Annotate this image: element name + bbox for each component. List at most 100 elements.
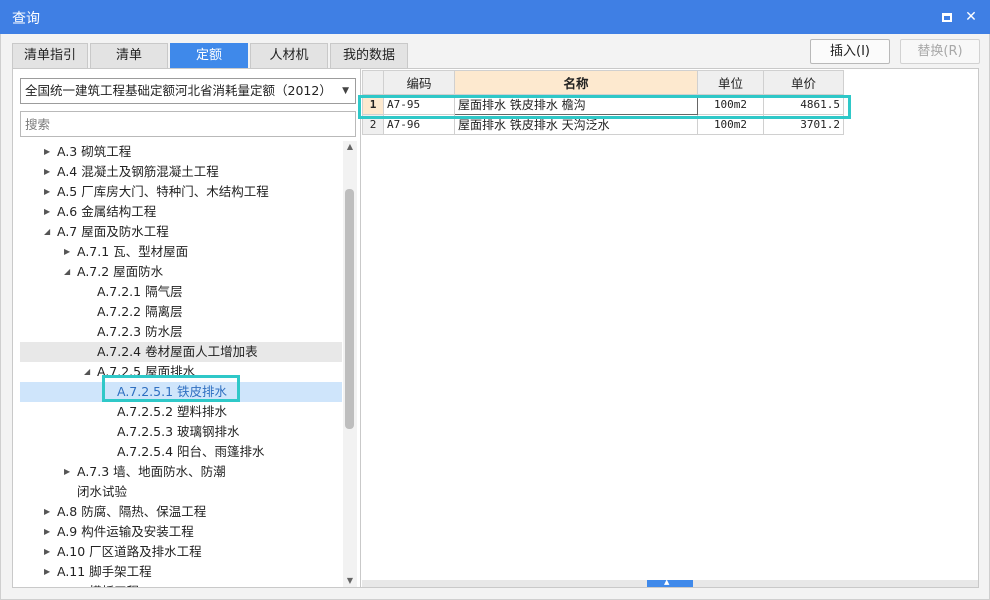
row-number[interactable]: 1 [362, 94, 384, 115]
tab-quota[interactable]: 定额 [170, 43, 248, 69]
tree-item[interactable]: A.7.2.5.1 铁皮排水 [20, 382, 342, 402]
tree-item[interactable]: A.7.2.4 卷材屋面人工增加表 [20, 342, 342, 362]
tree-item-label: A.7.2.1 隔气层 [97, 284, 183, 299]
grid-horizontal-scrollbar[interactable]: ▲ [362, 578, 978, 587]
tab-list[interactable]: 清单 [90, 43, 168, 69]
quota-grid-panel: 编码 名称 单位 单价 1 A7-95 屋面排水 铁皮排水 檐沟 100m2 4861.… [360, 68, 979, 588]
replace-button[interactable]: 替换(R) [900, 39, 980, 64]
quota-tree-panel: 全国统一建筑工程基础定额河北省消耗量定额（2012） ▼ ▶ A.3 砌筑工程 ▶ A… [12, 68, 362, 588]
library-select-value: 全国统一建筑工程基础定额河北省消耗量定额（2012） [25, 83, 332, 98]
tree-item[interactable]: ▶ A.11 脚手架工程 [20, 562, 342, 582]
expand-arrow-icon[interactable]: ▶ [44, 202, 50, 222]
expand-arrow-icon[interactable]: ▶ [44, 182, 50, 202]
title-bar: 查询 ✕ [0, 0, 990, 34]
expand-arrow-icon[interactable]: ▶ [44, 162, 50, 182]
tree-item-label: A.7.2.5 屋面排水 [97, 364, 196, 379]
header-code[interactable]: 编码 [383, 70, 455, 95]
tree-item[interactable]: ▶ A.8 防腐、隔热、保温工程 [20, 502, 342, 522]
cell-code[interactable]: A7-96 [383, 114, 455, 135]
cell-name[interactable]: 屋面排水 铁皮排水 天沟泛水 [454, 114, 698, 135]
cell-price[interactable]: 4861.5 [763, 94, 844, 115]
close-glyph: ✕ [965, 9, 977, 25]
cell-code[interactable]: A7-95 [383, 94, 455, 115]
tree-item-label: A.6 金属结构工程 [57, 204, 157, 219]
collapse-arrow-icon[interactable]: ◢ [44, 222, 50, 242]
tree-item-label: A.7.3 墙、地面防水、防潮 [77, 464, 226, 479]
tree-item[interactable]: A.7.2.3 防水层 [20, 322, 342, 342]
tree-item[interactable]: ◢ A.7 屋面及防水工程 [20, 222, 342, 242]
header-row-number [362, 70, 384, 95]
expand-arrow-icon[interactable]: ▶ [44, 142, 50, 162]
table-row[interactable]: 2 A7-96 屋面排水 铁皮排水 天沟泛水 100m2 3701.2 [362, 114, 844, 135]
tree-item-label: A.8 防腐、隔热、保温工程 [57, 504, 207, 519]
tab-my-data[interactable]: 我的数据 [330, 43, 408, 69]
tree-item-label: A.3 砌筑工程 [57, 144, 132, 159]
tree-item[interactable]: A.7.2.2 隔离层 [20, 302, 342, 322]
header-price[interactable]: 单价 [763, 70, 844, 95]
insert-button[interactable]: 插入(I) [810, 39, 890, 64]
expand-arrow-icon[interactable]: ▶ [44, 562, 50, 582]
tree-item-label: A.4 混凝土及钢筋混凝土工程 [57, 164, 219, 179]
tree-item[interactable]: A.7.2.5.2 塑料排水 [20, 402, 342, 422]
quota-table: 编码 名称 单位 单价 1 A7-95 屋面排水 铁皮排水 檐沟 100m2 4861.… [362, 70, 844, 135]
tree-item-label: A.7.2 屋面防水 [77, 264, 164, 279]
tree-item[interactable]: 闭水试验 [20, 482, 342, 502]
tree-item-label: A.7.2.5.4 阳台、雨篷排水 [117, 444, 265, 459]
tree-scrollbar[interactable]: ▲ ▼ [343, 141, 357, 587]
tree-item-label: A.7.2.3 防水层 [97, 324, 183, 339]
tree-item[interactable]: ▶ A.5 厂库房大门、特种门、木结构工程 [20, 182, 342, 202]
header-unit[interactable]: 单位 [697, 70, 764, 95]
tree-item-label: A.7.2.5.3 玻璃钢排水 [117, 424, 240, 439]
close-icon[interactable]: ✕ [962, 8, 980, 26]
search-input[interactable] [20, 111, 356, 137]
tree-item-label: A.7.2.5.1 铁皮排水 [117, 384, 228, 399]
collapse-up-icon[interactable]: ▲ [664, 578, 669, 586]
window-title: 查询 [12, 11, 40, 27]
cell-name[interactable]: 屋面排水 铁皮排水 檐沟 [454, 94, 698, 115]
tree-item[interactable]: ◢ A.7.2 屋面防水 [20, 262, 342, 282]
maximize-icon[interactable] [938, 8, 956, 26]
tree-item[interactable]: ▶ A.4 混凝土及钢筋混凝土工程 [20, 162, 342, 182]
expand-arrow-icon[interactable]: ▶ [44, 502, 50, 522]
tree-item[interactable]: ▶ A.12 模板工程 [20, 582, 342, 587]
scrollbar-thumb[interactable] [647, 580, 693, 587]
scroll-down-icon[interactable]: ▼ [343, 575, 357, 587]
row-number[interactable]: 2 [362, 114, 384, 135]
tree-item[interactable]: ▶ A.7.1 瓦、型材屋面 [20, 242, 342, 262]
library-select[interactable]: 全国统一建筑工程基础定额河北省消耗量定额（2012） ▼ [20, 78, 356, 104]
cell-unit[interactable]: 100m2 [697, 94, 764, 115]
cell-price[interactable]: 3701.2 [763, 114, 844, 135]
table-header: 编码 名称 单位 单价 [362, 70, 844, 95]
tree-item[interactable]: A.7.2.5.4 阳台、雨篷排水 [20, 442, 342, 462]
tree-item[interactable]: A.7.2.1 隔气层 [20, 282, 342, 302]
tree-item-label: A.7.1 瓦、型材屋面 [77, 244, 189, 259]
table-row[interactable]: 1 A7-95 屋面排水 铁皮排水 檐沟 100m2 4861.5 [362, 94, 844, 115]
header-name[interactable]: 名称 [454, 70, 698, 95]
cell-unit[interactable]: 100m2 [697, 114, 764, 135]
expand-arrow-icon[interactable]: ▶ [44, 542, 50, 562]
expand-arrow-icon[interactable]: ▶ [44, 582, 50, 587]
tab-labor-material-machine[interactable]: 人材机 [250, 43, 328, 69]
chevron-down-icon: ▼ [342, 86, 349, 96]
expand-arrow-icon[interactable]: ▶ [64, 462, 70, 482]
expand-arrow-icon[interactable]: ▶ [64, 242, 70, 262]
tree-item[interactable]: A.7.2.5.3 玻璃钢排水 [20, 422, 342, 442]
tree-item-label: A.9 构件运输及安装工程 [57, 524, 194, 539]
tree-item-label: A.11 脚手架工程 [57, 564, 152, 579]
tree-item[interactable]: ▶ A.9 构件运输及安装工程 [20, 522, 342, 542]
collapse-arrow-icon[interactable]: ◢ [84, 362, 90, 382]
tree-item[interactable]: ▶ A.6 金属结构工程 [20, 202, 342, 222]
expand-arrow-icon[interactable]: ▶ [44, 522, 50, 542]
collapse-arrow-icon[interactable]: ◢ [64, 262, 70, 282]
chapter-tree: ▶ A.3 砌筑工程 ▶ A.4 混凝土及钢筋混凝土工程 ▶ A.5 厂库房大门、特种门、… [13, 141, 343, 587]
tree-item[interactable]: ▶ A.10 厂区道路及排水工程 [20, 542, 342, 562]
tree-item[interactable]: ◢ A.7.2.5 屋面排水 [20, 362, 342, 382]
tree-item-label: A.10 厂区道路及排水工程 [57, 544, 202, 559]
tab-list-guide[interactable]: 清单指引 [12, 43, 88, 69]
scrollbar-thumb[interactable] [345, 189, 354, 429]
tree-item-label: A.7.2.5.2 塑料排水 [117, 404, 228, 419]
tree-item[interactable]: ▶ A.3 砌筑工程 [20, 142, 342, 162]
scroll-up-icon[interactable]: ▲ [343, 141, 357, 153]
tree-item-label: A.12 模板工程 [57, 582, 139, 587]
tree-item[interactable]: ▶ A.7.3 墙、地面防水、防潮 [20, 462, 342, 482]
